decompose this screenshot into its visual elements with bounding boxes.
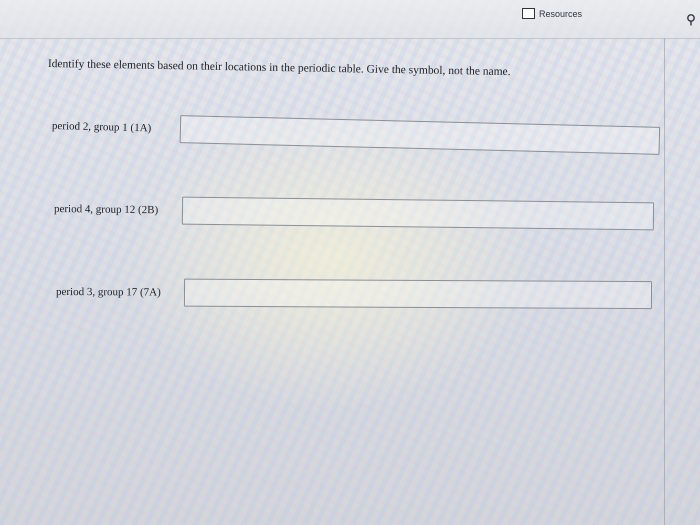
- answer-row: period 2, group 1 (1A): [52, 112, 661, 155]
- answer-label: period 4, group 12 (2B): [53, 203, 159, 217]
- answer-row: period 3, group 17 (7A): [55, 278, 653, 310]
- resources-button[interactable]: Resources: [522, 8, 582, 19]
- answer-input[interactable]: [183, 278, 653, 310]
- screen: Resources Identify these elements based …: [0, 0, 700, 525]
- question-prompt: Identify these elements based on their l…: [47, 58, 511, 79]
- answer-row: period 4, group 12 (2B): [53, 195, 655, 231]
- top-toolbar: Resources: [0, 0, 700, 39]
- pin-icon[interactable]: [686, 14, 696, 26]
- page-icon: [522, 8, 535, 19]
- answer-input[interactable]: [179, 115, 661, 155]
- resources-label: Resources: [539, 8, 583, 19]
- answer-label: period 3, group 17 (7A): [55, 286, 161, 299]
- answer-input[interactable]: [181, 196, 655, 231]
- answer-label: period 2, group 1 (1A): [51, 120, 152, 135]
- panel-border: [664, 38, 665, 525]
